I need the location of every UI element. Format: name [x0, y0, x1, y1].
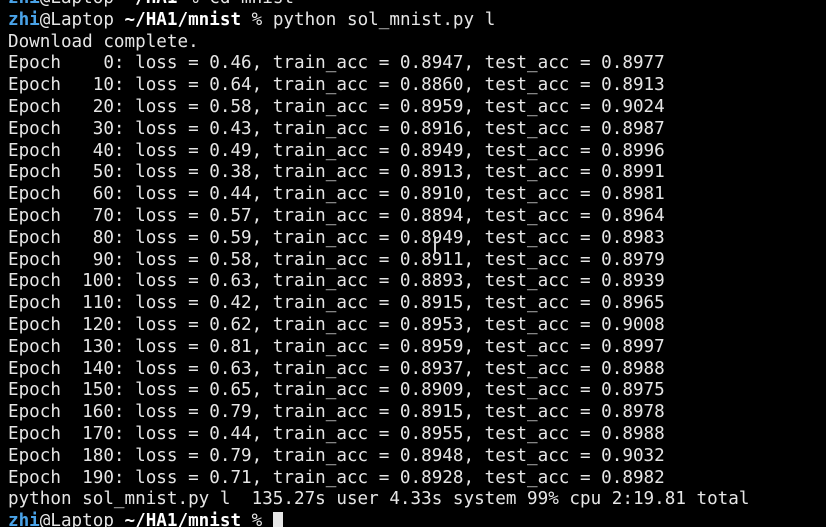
epoch-line: Epoch 190: loss = 0.71, train_acc = 0.89…: [8, 467, 665, 488]
epoch-line: Epoch 130: loss = 0.81, train_acc = 0.89…: [8, 336, 665, 357]
epoch-line: Epoch 120: loss = 0.62, train_acc = 0.89…: [8, 314, 665, 335]
prompt-line: zhi@Laptop ~/HA1/mnist % python sol_mnis…: [8, 10, 749, 32]
prompt-symbol: %: [251, 9, 263, 30]
epoch-line: Epoch 140: loss = 0.63, train_acc = 0.89…: [8, 358, 665, 379]
prompt-user: zhi: [8, 9, 40, 30]
epoch-line: Epoch 60: loss = 0.44, train_acc = 0.891…: [8, 184, 665, 205]
epoch-line: Epoch 160: loss = 0.79, train_acc = 0.89…: [8, 402, 665, 423]
prompt-host: @Laptop: [39, 9, 114, 30]
epoch-line: Epoch 100: loss = 0.63, train_acc = 0.88…: [8, 271, 665, 292]
epoch-line: Epoch 150: loss = 0.65, train_acc = 0.89…: [8, 380, 665, 401]
text-cursor[interactable]: [272, 512, 283, 527]
terminal-window[interactable]: zhi@Laptop ~/HA1 % cd mnist zhi@Laptop ~…: [0, 0, 826, 527]
epoch-line: Epoch 40: loss = 0.49, train_acc = 0.894…: [8, 140, 665, 161]
epoch-line: Epoch 0: loss = 0.46, train_acc = 0.8947…: [8, 53, 665, 74]
prompt-host: @Laptop: [39, 511, 114, 527]
download-message: Download complete.: [8, 31, 199, 52]
command-text: cd mnist: [209, 0, 294, 8]
epoch-line: Epoch 30: loss = 0.43, train_acc = 0.891…: [8, 118, 665, 139]
epoch-line: Epoch 70: loss = 0.57, train_acc = 0.889…: [8, 205, 665, 226]
prompt-host: @Laptop: [40, 0, 114, 8]
mouse-ibeam-icon: [434, 236, 436, 254]
epoch-line: Epoch 50: loss = 0.38, train_acc = 0.891…: [8, 162, 665, 183]
prompt-user: zhi: [8, 511, 40, 527]
epoch-line: Epoch 10: loss = 0.64, train_acc = 0.886…: [8, 75, 665, 96]
prompt-line: zhi@Laptop ~/HA1 % cd mnist: [8, 0, 749, 10]
timing-summary: python sol_mnist.py l 135.27s user 4.33s…: [8, 489, 750, 510]
epoch-line: Epoch 20: loss = 0.58, train_acc = 0.895…: [8, 96, 665, 117]
prompt-path: ~/HA1/mnist: [124, 9, 242, 30]
prompt-path: ~/HA1/mnist: [124, 511, 242, 527]
epoch-line: Epoch 180: loss = 0.79, train_acc = 0.89…: [8, 445, 665, 466]
prompt-path: ~/HA1: [125, 0, 178, 8]
epoch-line: Epoch 90: loss = 0.58, train_acc = 0.891…: [8, 249, 665, 270]
prompt-symbol: %: [188, 0, 199, 8]
prompt-user: zhi: [8, 0, 40, 8]
prompt-symbol: %: [251, 511, 263, 527]
epoch-line: Epoch 80: loss = 0.59, train_acc = 0.894…: [8, 227, 665, 248]
prompt-line-active[interactable]: zhi@Laptop ~/HA1/mnist %: [8, 511, 749, 527]
epoch-line: Epoch 110: loss = 0.42, train_acc = 0.89…: [8, 293, 665, 314]
epoch-line: Epoch 170: loss = 0.44, train_acc = 0.89…: [8, 423, 665, 444]
command-text: python sol_mnist.py l: [272, 9, 496, 30]
terminal-output: zhi@Laptop ~/HA1 % cd mnist zhi@Laptop ~…: [8, 0, 749, 527]
